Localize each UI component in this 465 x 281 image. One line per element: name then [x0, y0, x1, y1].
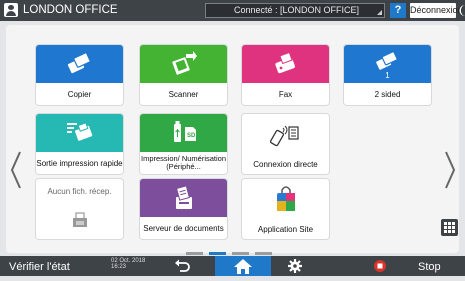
usb-sd-print-scan-tile[interactable]: SD Impression/ Numérisation (Périphé... — [140, 114, 227, 174]
fax-tile[interactable]: Fax — [242, 45, 329, 105]
document-server-icon — [175, 185, 192, 209]
scanner-tile[interactable]: Scanner — [140, 45, 227, 105]
tile-label: 2 sided — [374, 89, 401, 99]
copier-tile[interactable]: Copier — [36, 45, 123, 105]
copier-icon — [67, 52, 91, 74]
usb-sd-icon: SD — [173, 121, 196, 142]
tile-body: Aucun fich. récep. — [36, 179, 123, 239]
mobile-connect-icon — [269, 125, 299, 147]
energy-saver-moon-icon[interactable] — [459, 5, 465, 16]
office-title: LONDON OFFICE — [23, 4, 118, 16]
direct-connection-tile[interactable]: Connexion directe — [242, 114, 329, 174]
tile-header — [140, 45, 227, 83]
connection-status-field[interactable]: Connecté : [LONDON OFFICE] — [205, 3, 385, 18]
tile-header — [242, 179, 329, 217]
stop-button[interactable]: Stop — [418, 260, 441, 274]
application-site-icon — [276, 186, 295, 211]
tile-header — [242, 45, 329, 83]
tile-label: Impression/ Numérisation (Périphé... — [140, 153, 227, 171]
tile-label: Fax — [278, 89, 293, 99]
user-icon[interactable] — [4, 3, 18, 17]
tile-label: Aucun fich. récep. — [47, 187, 112, 196]
next-page-chevron-icon[interactable] — [443, 150, 457, 190]
resize-corner-icon — [377, 10, 382, 15]
back-arrow-icon[interactable] — [172, 256, 192, 276]
home-icon — [234, 259, 252, 274]
page-indicator-1[interactable] — [186, 252, 203, 255]
check-status-button[interactable]: Vérifier l'état — [9, 260, 70, 274]
bottom-bar: Vérifier l'état 02 Oct. 2018 16:23 Stop — [0, 256, 465, 276]
tile-label: Copier — [67, 89, 92, 99]
stop-icon[interactable] — [373, 256, 387, 276]
tile-header — [242, 114, 329, 152]
grid-icon — [444, 222, 455, 233]
home-button[interactable] — [215, 256, 271, 276]
fax-inbox-tile[interactable]: Aucun fich. récep. — [36, 179, 123, 239]
tile-header — [36, 114, 123, 152]
document-server-tile[interactable]: Serveur de documents — [140, 179, 227, 239]
quick-print-tile[interactable]: Sortie impression rapide — [36, 114, 123, 174]
fax-icon — [274, 51, 295, 74]
fax-inbox-icon — [73, 212, 87, 227]
tile-label: Application Site — [257, 224, 314, 234]
tile-header — [36, 45, 123, 83]
badge-number: 1 — [385, 71, 390, 80]
connection-status-text: Connecté : [LONDON OFFICE] — [234, 5, 360, 15]
logout-button[interactable]: Déconnexion — [410, 3, 463, 18]
tile-label: Connexion directe — [253, 159, 318, 169]
page-indicator-2-active[interactable] — [209, 252, 226, 255]
scanner-icon — [171, 51, 197, 75]
tile-header — [140, 179, 227, 217]
top-bar: LONDON OFFICE Connecté : [LONDON OFFICE]… — [0, 0, 465, 21]
two-sided-tile[interactable]: 1 2 sided — [344, 45, 431, 105]
application-site-tile[interactable]: Application Site — [242, 179, 329, 239]
time-text: 16:23 — [111, 264, 127, 270]
help-button[interactable]: ? — [390, 3, 406, 18]
settings-gear-icon[interactable] — [286, 256, 304, 276]
tile-header: 1 — [344, 45, 431, 83]
previous-page-chevron-icon[interactable] — [9, 150, 23, 190]
svg-text:SD: SD — [187, 133, 196, 139]
home-screen-panel: Copier Scanner Fax 1 2 sided Sortie impr… — [6, 25, 459, 255]
tile-label: Serveur de documents — [143, 223, 224, 233]
app-list-grid-button[interactable] — [441, 219, 458, 236]
page-indicator-3[interactable] — [232, 252, 249, 255]
quick-print-icon — [66, 122, 92, 141]
tile-label: Scanner — [168, 89, 199, 99]
page-indicator-4[interactable] — [255, 252, 272, 255]
date-time-display: 02 Oct. 2018 16:23 — [111, 258, 145, 270]
tile-label: Sortie impression rapide — [36, 158, 123, 168]
tile-header: SD — [140, 114, 227, 152]
